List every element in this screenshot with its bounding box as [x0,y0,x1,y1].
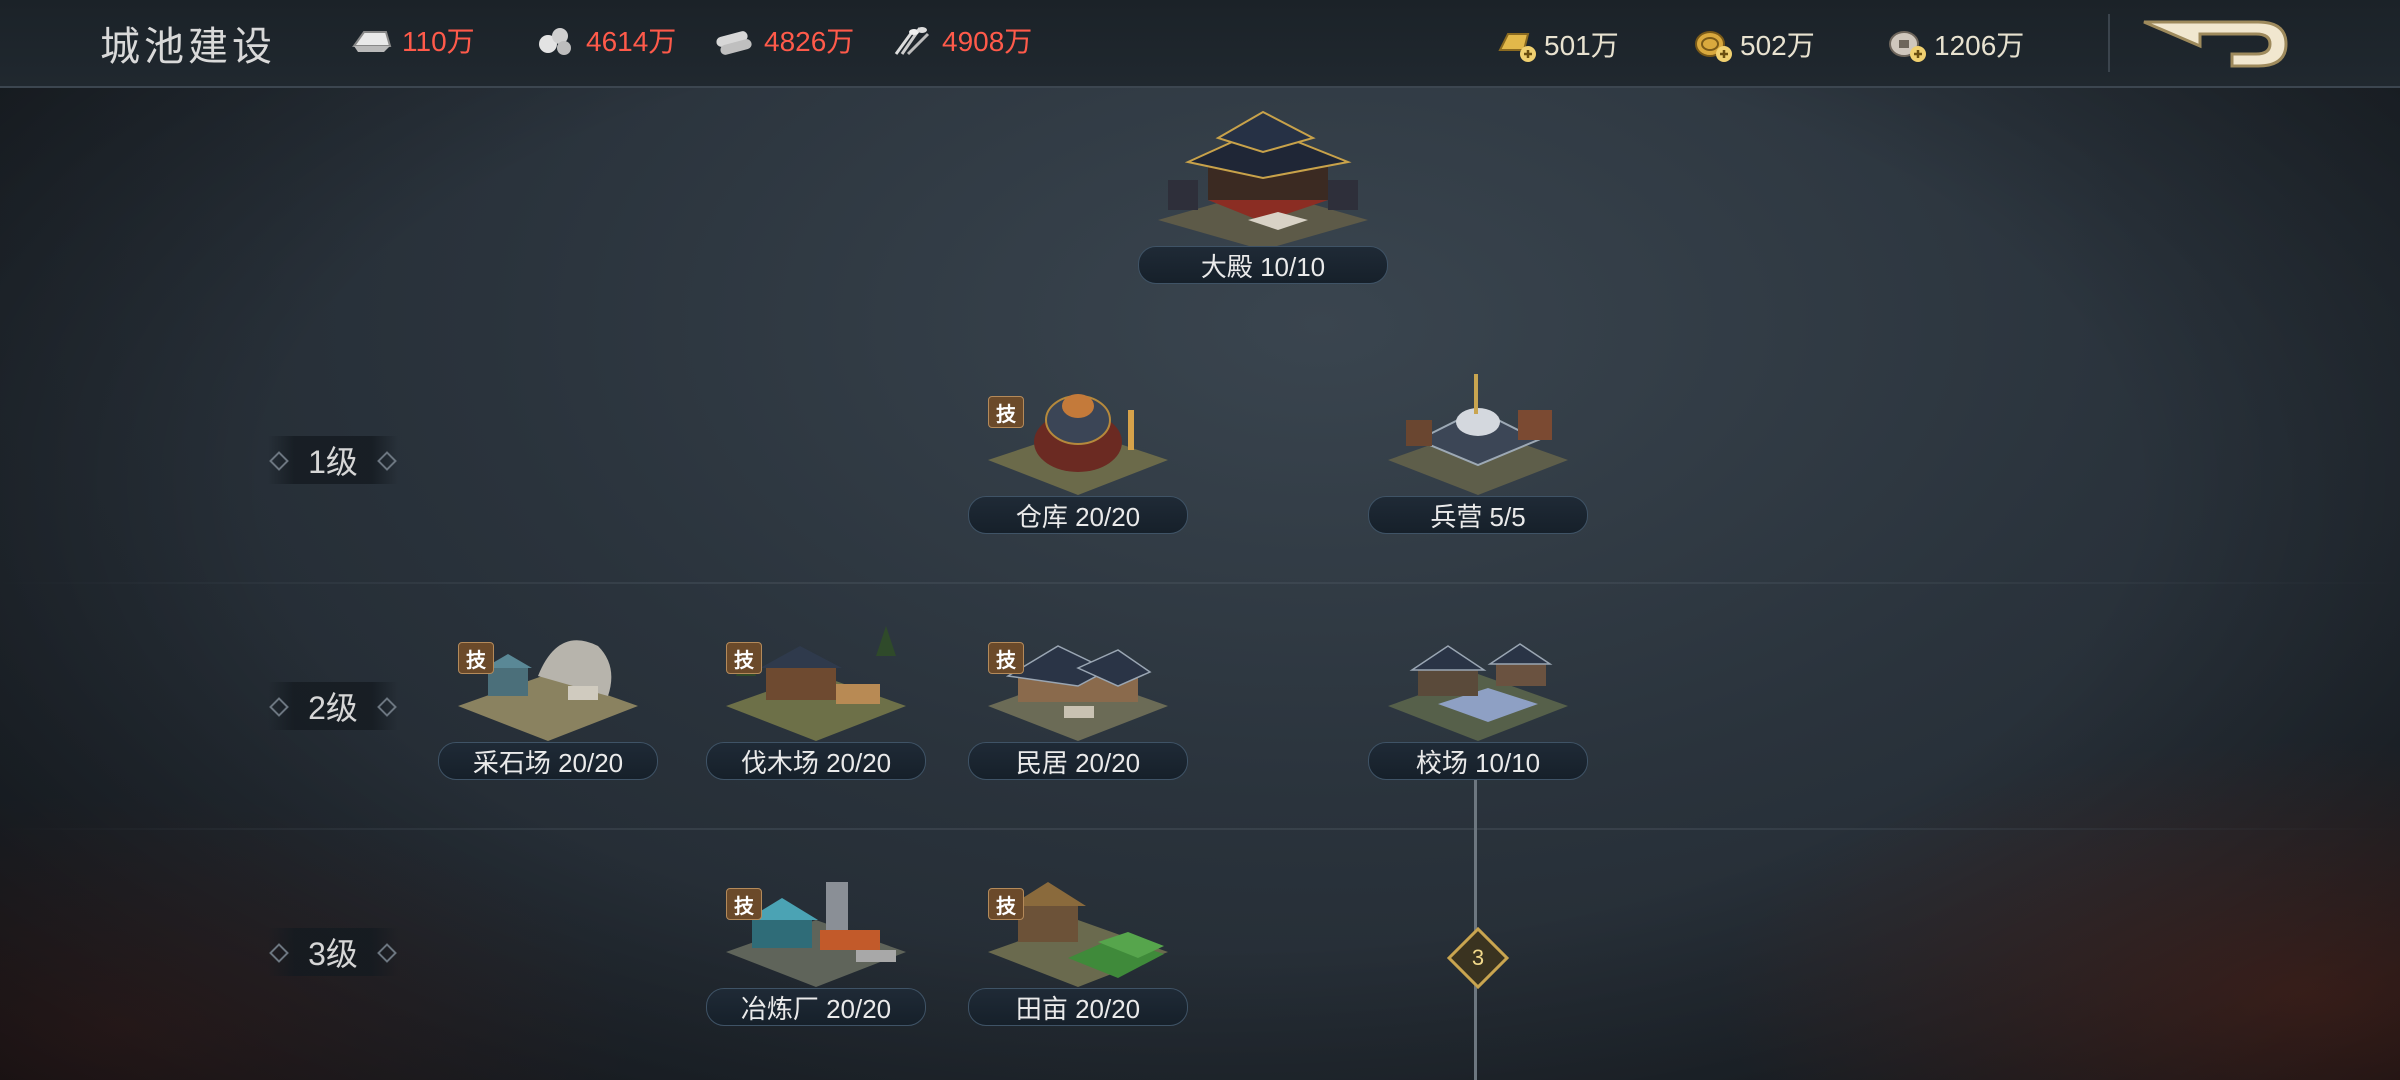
tier-divider [0,828,2400,830]
building-palace-label: 大殿 10/10 [1138,246,1388,284]
building-farm[interactable]: 技 田亩 20/20 [968,862,1188,1026]
building-barracks[interactable]: 兵营 5/5 [1368,370,1588,534]
page-title: 城池建设 [100,24,276,70]
building-palace[interactable]: 大殿 10/10 [1138,100,1388,284]
back-button[interactable] [2140,16,2290,74]
resource-silver-value: 110万 [402,26,475,57]
tech-badge: 技 [726,642,762,674]
tier-label-2: 2级 [268,682,398,730]
building-lumber-mill[interactable]: 技 伐木场 20/20 [706,616,926,780]
wood-icon [712,22,756,58]
stone-icon [534,22,578,58]
currency-gold-coin-value: 502万 [1740,30,1815,61]
building-training-ground[interactable]: 校场 10/10 [1368,616,1588,780]
palace-icon [1158,110,1368,250]
building-farm-label: 田亩 20/20 [968,988,1188,1026]
building-quarry[interactable]: 技 采石场 20/20 [438,616,658,780]
building-warehouse[interactable]: 技 仓库 20/20 [968,370,1188,534]
resource-stone-value: 4614万 [586,26,677,57]
top-bar: 城池建设 110万 4614万 4826万 4908万 501万 502万 12… [0,0,2400,88]
header-separator [2108,14,2110,72]
building-smelter-label: 冶炼厂 20/20 [706,988,926,1026]
barracks-icon [1388,374,1568,495]
lumber-mill-icon [726,626,906,741]
currency-copper-coin-value: 1206万 [1934,30,2025,61]
building-smelter[interactable]: 技 冶炼厂 20/20 [706,862,926,1026]
farm-icon [988,882,1168,987]
currency-gold-bar[interactable]: 501万 [1494,24,1619,64]
warehouse-icon [988,394,1168,495]
tech-badge: 技 [988,396,1024,428]
building-barracks-label: 兵营 5/5 [1368,496,1588,534]
building-housing[interactable]: 技 民居 20/20 [968,616,1188,780]
return-arrow-icon[interactable] [2140,16,2290,74]
building-lumber-mill-label: 伐木场 20/20 [706,742,926,780]
currency-gold-coin[interactable]: 502万 [1690,24,1815,64]
resource-silver: 110万 [350,20,475,60]
resource-grain-value: 4908万 [942,26,1033,57]
training-ground-icon [1388,643,1568,741]
tech-badge: 技 [988,642,1024,674]
housing-icon [988,645,1168,741]
copper-coin-plus-icon[interactable] [1884,24,1928,64]
tech-badge: 技 [726,888,762,920]
building-warehouse-label: 仓库 20/20 [968,496,1188,534]
currency-gold-bar-value: 501万 [1544,30,1619,61]
gold-coin-plus-icon[interactable] [1690,24,1734,64]
resource-wood: 4826万 [712,20,854,60]
smelter-icon [726,882,906,987]
tree-node-number: 3 [1471,945,1485,970]
building-training-ground-label: 校场 10/10 [1368,742,1588,780]
resource-grain: 4908万 [890,20,1032,60]
building-housing-label: 民居 20/20 [968,742,1188,780]
building-quarry-label: 采石场 20/20 [438,742,658,780]
tech-badge: 技 [988,888,1024,920]
tech-badge: 技 [458,642,494,674]
currency-copper-coin[interactable]: 1206万 [1884,24,2024,64]
silver-ingot-icon [350,22,394,58]
resource-wood-value: 4826万 [764,26,855,57]
tier-label-1: 1级 [268,436,398,484]
resource-stone: 4614万 [534,20,676,60]
tier-label-3: 3级 [268,928,398,976]
tier-divider [0,582,2400,584]
grain-icon [890,22,934,58]
quarry-icon [458,640,638,741]
gold-bar-plus-icon[interactable] [1494,24,1538,64]
